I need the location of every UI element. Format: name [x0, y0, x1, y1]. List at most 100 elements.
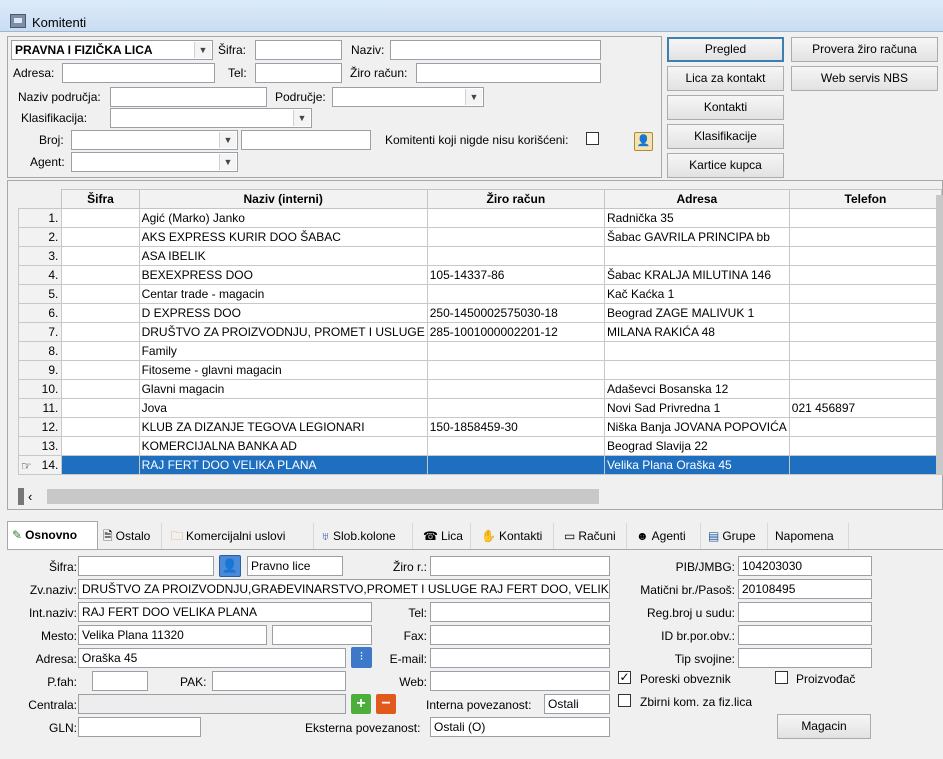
- centrala-input[interactable]: [78, 694, 346, 714]
- cell-adresa[interactable]: Velika Plana Oraška 45: [603, 455, 790, 475]
- cell-ziro[interactable]: [426, 360, 605, 380]
- cell-telefon[interactable]: [788, 227, 943, 247]
- ziro-filter-input[interactable]: [416, 63, 601, 83]
- pfah-input[interactable]: [92, 671, 148, 691]
- column-header[interactable]: Telefon: [788, 189, 943, 209]
- cell-naziv[interactable]: DRUŠTVO ZA PROIZVODNJU, PROMET I USLUGE: [138, 322, 428, 342]
- cell-ziro[interactable]: 150-1858459-30: [426, 417, 605, 437]
- table-row[interactable]: 8. Family: [17, 341, 943, 361]
- table-row[interactable]: 9. Fitoseme - glavni magacin: [17, 360, 943, 380]
- chevron-down-icon[interactable]: ▼: [194, 42, 211, 58]
- user-settings-icon[interactable]: 👤: [634, 132, 653, 151]
- cell-sifra[interactable]: [61, 227, 140, 247]
- cell-sifra[interactable]: [61, 379, 140, 399]
- table-row[interactable]: 5. Centar trade - magacin Kač Kaćka 1: [17, 284, 943, 304]
- cell-naziv[interactable]: BEXEXPRESS DOO: [138, 265, 428, 285]
- web-input[interactable]: [430, 671, 610, 691]
- cell-adresa[interactable]: MILANA RAKIĆA 48: [603, 322, 790, 342]
- cell-telefon[interactable]: [788, 455, 943, 475]
- cell-adresa[interactable]: Beograd Slavija 22: [603, 436, 790, 456]
- cell-telefon[interactable]: [788, 341, 943, 361]
- column-header[interactable]: Šifra: [61, 189, 140, 209]
- cell-naziv[interactable]: Fitoseme - glavni magacin: [138, 360, 428, 380]
- cell-telefon[interactable]: [788, 246, 943, 266]
- cell-ziro[interactable]: 250-1450002575030-18: [426, 303, 605, 323]
- sifra-input[interactable]: [78, 556, 214, 576]
- cell-telefon[interactable]: [788, 436, 943, 456]
- cell-naziv[interactable]: Glavni magacin: [138, 379, 428, 399]
- cell-adresa[interactable]: [603, 360, 790, 380]
- cell-naziv[interactable]: AKS EXPRESS KURIR DOO ŠABAC: [138, 227, 428, 247]
- tab-kontakti[interactable]: ✋ Kontakti: [477, 523, 554, 549]
- cell-telefon[interactable]: [788, 360, 943, 380]
- eksterna-input[interactable]: Ostali (O): [430, 717, 610, 737]
- table-row[interactable]: 4. BEXEXPRESS DOO 105-14337-86 Šabac KRALJA…: [17, 265, 943, 285]
- cell-telefon[interactable]: [788, 322, 943, 342]
- chevron-down-icon[interactable]: ▼: [219, 154, 236, 170]
- web-servis-button[interactable]: Web servis NBS: [791, 66, 938, 91]
- cell-ziro[interactable]: 105-14337-86: [426, 265, 605, 285]
- person-icon[interactable]: 👤: [219, 555, 241, 577]
- tab-lica[interactable]: ☎ Lica: [419, 523, 471, 549]
- cell-naziv[interactable]: D EXPRESS DOO: [138, 303, 428, 323]
- broj-select[interactable]: ▼: [71, 130, 238, 150]
- chevron-left-icon[interactable]: ‹: [28, 488, 32, 505]
- zvnaziv-input[interactable]: DRUŠTVO ZA PROIZVODNJU,GRAĐEVINARSTVO,PR…: [78, 579, 610, 599]
- scrollbar-thumb[interactable]: [47, 489, 599, 504]
- adresa-input[interactable]: Oraška 45: [78, 648, 346, 668]
- gln-input[interactable]: [78, 717, 201, 737]
- cell-ziro[interactable]: [426, 246, 605, 266]
- cell-naziv[interactable]: ASA IBELIK: [138, 246, 428, 266]
- chevron-down-icon[interactable]: ▼: [293, 110, 310, 126]
- maticni-input[interactable]: 20108495: [738, 579, 872, 599]
- cell-ziro[interactable]: [426, 284, 605, 304]
- cell-adresa[interactable]: Šabac KRALJA MILUTINA 146: [603, 265, 790, 285]
- pregled-button[interactable]: Pregled: [667, 37, 784, 62]
- table-row[interactable]: 6. D EXPRESS DOO 250-1450002575030-18 Beogr…: [17, 303, 943, 323]
- chevron-down-icon[interactable]: ▼: [219, 132, 236, 148]
- adresa-filter-input[interactable]: [62, 63, 215, 83]
- cell-sifra[interactable]: [61, 208, 140, 228]
- sifra-filter-input[interactable]: [255, 40, 342, 60]
- tab-slob-kolone[interactable]: ♅ Slob.kolone: [317, 523, 413, 549]
- remove-icon[interactable]: −: [376, 694, 396, 714]
- regbroj-input[interactable]: [738, 602, 872, 622]
- cell-telefon[interactable]: [788, 303, 943, 323]
- tel-filter-input[interactable]: [255, 63, 342, 83]
- cell-adresa[interactable]: Niška Banja JOVANA POPOVIĆA: [603, 417, 790, 437]
- cell-telefon[interactable]: [788, 265, 943, 285]
- poreski-checkbox[interactable]: ✓: [618, 671, 631, 684]
- naziv-filter-input[interactable]: [390, 40, 601, 60]
- cell-telefon[interactable]: [788, 284, 943, 304]
- klasifikacija-select[interactable]: ▼: [110, 108, 312, 128]
- magacin-button[interactable]: Magacin: [777, 714, 871, 739]
- zbirni-checkbox[interactable]: [618, 694, 631, 707]
- kartice-kupca-button[interactable]: Kartice kupca: [667, 153, 784, 178]
- vertical-scrollbar[interactable]: [936, 195, 943, 475]
- table-row-selected[interactable]: ☞ 14. RAJ FERT DOO VELIKA PLANA Velika Plan…: [17, 455, 943, 475]
- cell-ziro[interactable]: [426, 341, 605, 361]
- cell-naziv[interactable]: KLUB ZA DIZANJE TEGOVA LEGIONARI: [138, 417, 428, 437]
- table-row[interactable]: 11. Jova Novi Sad Privredna 1 021 456897: [17, 398, 943, 418]
- email-input[interactable]: [430, 648, 610, 668]
- column-header[interactable]: Žiro račun: [426, 189, 605, 209]
- tip-svojine-input[interactable]: [738, 648, 872, 668]
- type-select[interactable]: PRAVNA I FIZIČKA LICA ▼: [11, 40, 213, 60]
- cell-adresa[interactable]: Radnička 35: [603, 208, 790, 228]
- podrucje-select[interactable]: ▼: [332, 87, 484, 107]
- cell-telefon[interactable]: [788, 417, 943, 437]
- fax-input[interactable]: [430, 625, 610, 645]
- table-row[interactable]: 7. DRUŠTVO ZA PROIZVODNJU, PROMET I USLUG…: [17, 322, 943, 342]
- table-row[interactable]: 3. ASA IBELIK: [17, 246, 943, 266]
- column-header[interactable]: Adresa: [603, 189, 790, 209]
- lica-za-kontakt-button[interactable]: Lica za kontakt: [667, 66, 784, 91]
- cell-naziv[interactable]: RAJ FERT DOO VELIKA PLANA: [138, 455, 428, 475]
- cell-sifra[interactable]: [61, 436, 140, 456]
- cell-naziv[interactable]: Family: [138, 341, 428, 361]
- cell-sifra[interactable]: [61, 398, 140, 418]
- idbr-input[interactable]: [738, 625, 872, 645]
- cell-sifra[interactable]: [61, 303, 140, 323]
- klasifikacije-button[interactable]: Klasifikacije: [667, 124, 784, 149]
- cell-sifra[interactable]: [61, 455, 140, 475]
- tab-napomena[interactable]: Napomena: [771, 523, 849, 549]
